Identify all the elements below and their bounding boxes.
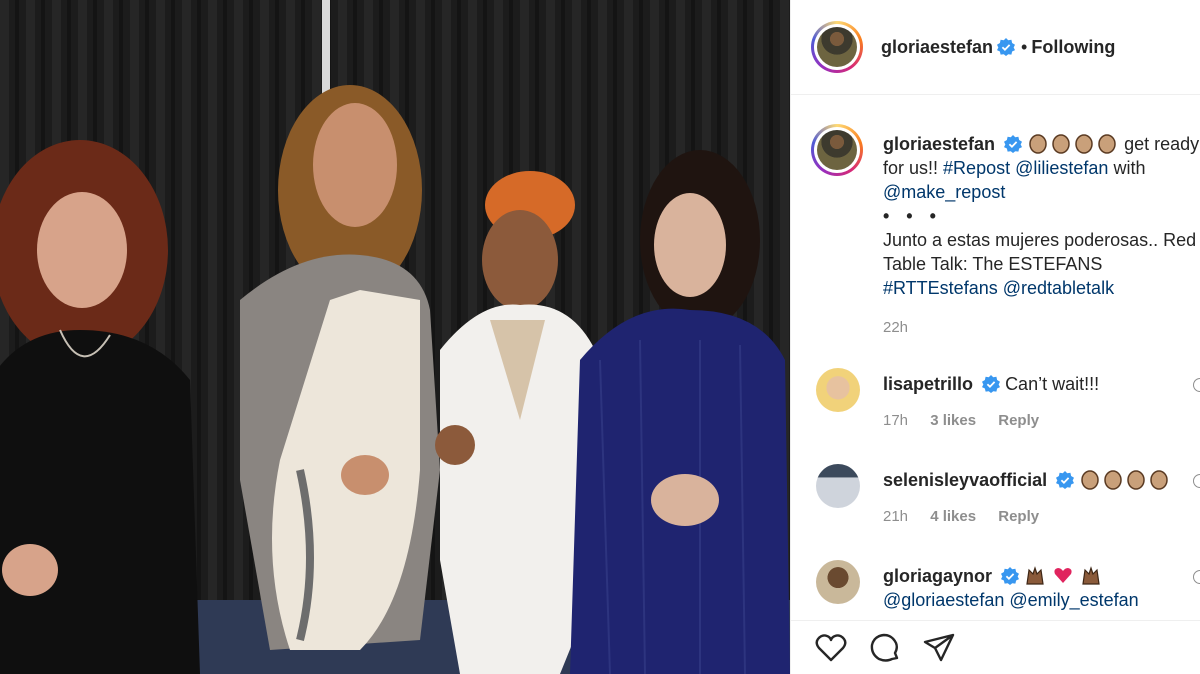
caption-body-1: Junto a estas mujeres poderosas.. Red bbox=[883, 230, 1197, 250]
commenter-avatar[interactable] bbox=[816, 464, 860, 508]
clap-emoji-icon bbox=[1075, 134, 1093, 154]
clap-emoji-icon bbox=[1029, 134, 1047, 154]
caption-body-2: Table Talk: The ESTEFANS bbox=[883, 254, 1103, 274]
post-actions-bar bbox=[791, 620, 1200, 674]
comment-time[interactable]: 21h bbox=[883, 508, 908, 525]
heart-icon bbox=[815, 633, 847, 661]
mention-redtabletalk-link[interactable]: @redtabletalk bbox=[1003, 278, 1114, 298]
comment-icon bbox=[870, 633, 899, 662]
mention-make-repost-link[interactable]: @make_repost bbox=[883, 182, 1005, 202]
share-icon bbox=[923, 633, 955, 661]
comment-likes[interactable]: 4 likes bbox=[930, 508, 976, 525]
comment-username[interactable]: lisapetrillo bbox=[883, 374, 973, 394]
comment-reply-button[interactable]: Reply bbox=[998, 412, 1039, 429]
verified-badge-icon bbox=[1001, 567, 1020, 585]
caption-username[interactable]: gloriaestefan bbox=[883, 134, 995, 154]
share-button[interactable] bbox=[921, 630, 957, 666]
mention-emily-estefan-link[interactable]: @emily_estefan bbox=[1009, 590, 1138, 610]
caption-dots: • • • bbox=[883, 206, 942, 226]
caption-avatar[interactable] bbox=[811, 124, 863, 176]
comment-item: selenisleyvaofficial 21h 4 likes Reply bbox=[811, 464, 1200, 544]
post-header: gloriaestefan • Following bbox=[791, 0, 1200, 95]
caption-timestamp[interactable]: 22h bbox=[883, 316, 1200, 340]
comment-text: Can’t wait!!! bbox=[1005, 374, 1100, 394]
avatar-image bbox=[817, 27, 857, 67]
caption-with: with bbox=[1113, 158, 1146, 178]
comment-username[interactable]: selenisleyvaofficial bbox=[883, 470, 1047, 490]
comment-body: lisapetrillo Can’t wait!!! bbox=[883, 372, 1099, 396]
comment-body: gloriagaynor @gloriaestefan @emily_estef… bbox=[883, 564, 1139, 612]
verified-badge-icon bbox=[982, 375, 1001, 393]
verified-badge-icon bbox=[1056, 471, 1075, 489]
verified-badge-icon bbox=[1004, 135, 1023, 153]
mention-liliestefan-link[interactable]: @liliestefan bbox=[1015, 158, 1108, 178]
caption-text: gloriaestefan get ready for us!! #Repost… bbox=[883, 132, 1200, 340]
clap-emoji-icon bbox=[1127, 470, 1145, 490]
hashtag-repost-link[interactable]: #Repost bbox=[943, 158, 1010, 178]
caption-text-1: get ready bbox=[1124, 134, 1200, 154]
author-username[interactable]: gloriaestefan bbox=[881, 37, 993, 58]
comment-item: lisapetrillo Can’t wait!!! 17h 3 likes R… bbox=[811, 368, 1200, 448]
comment-username[interactable]: gloriagaynor bbox=[883, 566, 992, 586]
hashtag-rtt-link[interactable]: #RTTEstefans bbox=[883, 278, 998, 298]
commenter-avatar[interactable] bbox=[816, 560, 860, 604]
comment-meta: 17h 3 likes Reply bbox=[883, 412, 1057, 429]
mention-gloriaestefan-link[interactable]: @gloriaestefan bbox=[883, 590, 1004, 610]
comment-likes[interactable]: 3 likes bbox=[930, 412, 976, 429]
comment-like-icon[interactable] bbox=[1193, 378, 1200, 392]
comment-button[interactable] bbox=[867, 630, 903, 666]
clap-emoji-group bbox=[1027, 134, 1124, 154]
comment-like-icon[interactable] bbox=[1193, 474, 1200, 488]
clap-emoji-icon bbox=[1052, 134, 1070, 154]
post-side-panel: gloriaestefan • Following gloriaestefan bbox=[790, 0, 1200, 674]
comment-item: gloriagaynor @gloriaestefan @emily_estef… bbox=[811, 560, 1200, 620]
comment-reply-button[interactable]: Reply bbox=[998, 508, 1039, 525]
caption-text-2: for us!! bbox=[883, 158, 939, 178]
comment-like-icon[interactable] bbox=[1193, 570, 1200, 584]
comment-meta: 21h 4 likes Reply bbox=[883, 508, 1057, 525]
post-photo[interactable] bbox=[0, 0, 790, 674]
author-avatar[interactable] bbox=[811, 21, 863, 73]
red-heart-emoji-icon bbox=[1054, 568, 1072, 583]
comment-body: selenisleyvaofficial bbox=[883, 468, 1171, 492]
clap-emoji-icon bbox=[1104, 470, 1122, 490]
avatar-image bbox=[817, 130, 857, 170]
clap-emoji-icon bbox=[1098, 134, 1116, 154]
clap-emoji-icon bbox=[1150, 470, 1168, 490]
raised-hands-emoji-icon bbox=[1082, 566, 1100, 585]
clap-emoji-group bbox=[1079, 470, 1171, 490]
following-button[interactable]: Following bbox=[1031, 37, 1115, 58]
separator-dot: • bbox=[1021, 36, 1028, 57]
photo-illustration bbox=[0, 0, 790, 674]
clap-emoji-icon bbox=[1081, 470, 1099, 490]
raised-hands-emoji-icon bbox=[1026, 566, 1044, 585]
comments-section: gloriaestefan get ready for us!! #Repost… bbox=[791, 96, 1200, 620]
verified-badge-icon bbox=[997, 38, 1016, 56]
comment-time[interactable]: 17h bbox=[883, 412, 908, 429]
like-button[interactable] bbox=[813, 630, 849, 666]
commenter-avatar[interactable] bbox=[816, 368, 860, 412]
